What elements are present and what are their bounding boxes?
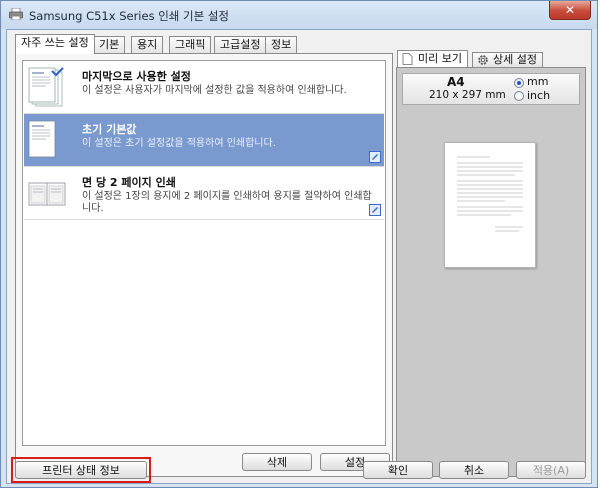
edit-preset-icon[interactable] — [369, 204, 381, 216]
stacked-pages-icon — [28, 67, 64, 107]
favorites-panel: 마지막으로 사용한 설정 이 설정은 사용자가 마지막에 설정한 값을 적용하여… — [15, 53, 393, 477]
preset-title: 면 당 2 페이지 인쇄 — [82, 176, 176, 189]
tab-preview-label: 미리 보기 — [418, 52, 462, 65]
preview-panel: A4 210 x 297 mm mm inch — [396, 67, 586, 477]
close-button[interactable]: ✕ — [549, 1, 591, 20]
title-bar[interactable]: Samsung C51x Series 인쇄 기본 설정 ✕ — [1, 1, 597, 29]
paper-dimensions: 210 x 297 mm — [429, 89, 506, 101]
preset-description: 이 설정은 사용자가 마지막에 설정한 값을 적용하여 인쇄합니다. — [82, 85, 347, 96]
apply-button[interactable]: 적용(A) — [516, 461, 586, 479]
print-preferences-window: Samsung C51x Series 인쇄 기본 설정 ✕ 자주 쓰는 설정 … — [0, 0, 598, 488]
open-book-icon — [28, 182, 66, 206]
paper-info-box: A4 210 x 297 mm mm inch — [402, 73, 580, 105]
unit-mm-label: mm — [527, 75, 549, 88]
edit-preset-icon[interactable] — [369, 151, 381, 163]
cancel-button[interactable]: 취소 — [439, 461, 509, 479]
preset-title: 초기 기본값 — [82, 123, 137, 136]
unit-inch-label: inch — [527, 89, 551, 102]
paper-size-name: A4 — [447, 75, 465, 89]
tab-paper[interactable]: 용지 — [131, 36, 164, 53]
tab-about[interactable]: 정보 — [265, 36, 298, 53]
page-icon — [402, 53, 413, 65]
printer-icon — [9, 8, 23, 20]
ok-button[interactable]: 확인 — [363, 461, 433, 479]
preset-item-last-used[interactable]: 마지막으로 사용한 설정 이 설정은 사용자가 마지막에 설정한 값을 적용하여… — [24, 61, 384, 114]
preset-description: 이 설정은 1장의 용지에 2 페이지를 인쇄하여 용지를 절약하여 인쇄합니다… — [82, 191, 372, 214]
tab-preview[interactable]: 미리 보기 — [397, 50, 468, 67]
tab-favorites[interactable]: 자주 쓰는 설정 — [15, 34, 95, 54]
tab-details-label: 상세 설정 — [493, 53, 537, 66]
printer-status-button[interactable]: 프린터 상태 정보 — [15, 461, 147, 479]
window-title: Samsung C51x Series 인쇄 기본 설정 — [29, 9, 230, 23]
document-preview-graphic — [457, 156, 523, 232]
preset-list[interactable]: 마지막으로 사용한 설정 이 설정은 사용자가 마지막에 설정한 값을 적용하여… — [22, 60, 386, 446]
tab-graphics[interactable]: 그래픽 — [169, 36, 212, 53]
tab-basic[interactable]: 기본 — [93, 36, 126, 53]
printer-status-highlight: 프린터 상태 정보 — [11, 457, 151, 483]
tab-advanced[interactable]: 고급설정 — [214, 36, 267, 53]
preset-description: 이 설정은 초기 설정값을 적용하여 인쇄합니다. — [82, 138, 276, 149]
unit-mm-radio[interactable] — [514, 78, 524, 88]
preset-title: 마지막으로 사용한 설정 — [82, 70, 191, 83]
tab-details[interactable]: 상세 설정 — [472, 52, 543, 67]
preset-item-2-up[interactable]: 면 당 2 페이지 인쇄 이 설정은 1장의 용지에 2 페이지를 인쇄하여 용… — [24, 167, 384, 220]
delete-button[interactable]: 삭제 — [242, 453, 312, 471]
page-preview-image — [444, 142, 536, 268]
unit-inch-radio[interactable] — [514, 91, 524, 101]
dialog-body: 자주 쓰는 설정 기본 용지 그래픽 고급설정 정보 마지막으로 사용한 설정 … — [6, 29, 592, 484]
document-page-icon — [28, 120, 56, 158]
preset-item-factory-default[interactable]: 초기 기본값 이 설정은 초기 설정값을 적용하여 인쇄합니다. — [24, 114, 384, 167]
gear-icon — [478, 55, 488, 65]
